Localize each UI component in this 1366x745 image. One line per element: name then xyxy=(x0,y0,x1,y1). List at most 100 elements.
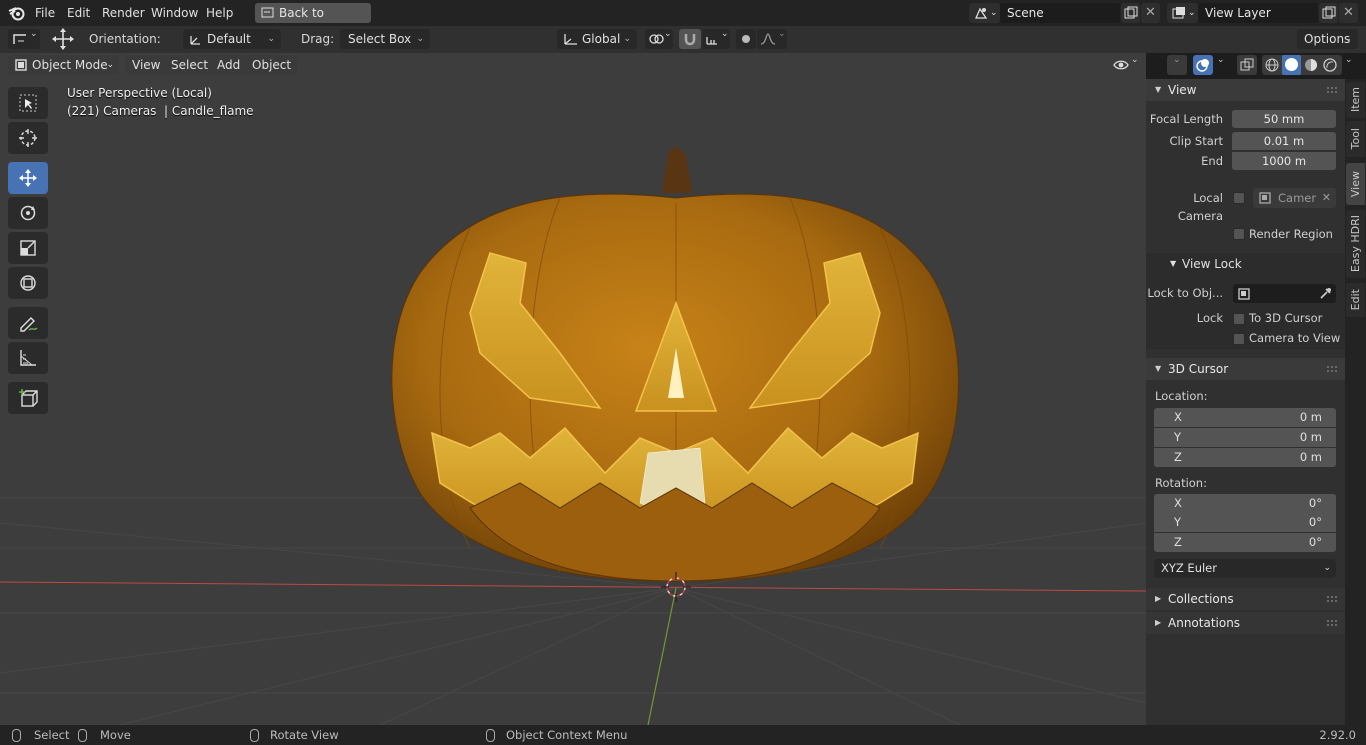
orientation-value: Default xyxy=(207,32,251,46)
menu-object[interactable]: Object xyxy=(246,55,298,75)
clear-icon[interactable]: ✕ xyxy=(1322,188,1331,208)
view-lock-subpanel-header[interactable]: ▼ View Lock xyxy=(1146,253,1345,275)
add-cube-tool[interactable] xyxy=(8,382,48,414)
transform-tool[interactable] xyxy=(8,267,48,299)
blender-logo-icon[interactable] xyxy=(8,5,26,21)
cursor-rotation-z-field[interactable]: Z 0° xyxy=(1154,533,1336,552)
measure-tool[interactable] xyxy=(8,342,48,374)
menu-add[interactable]: Add xyxy=(211,55,247,75)
clip-start-field[interactable]: 0.01 m xyxy=(1232,132,1336,150)
new-scene-button[interactable] xyxy=(1121,3,1140,23)
overlays-dropdown[interactable]: ⌄ xyxy=(1213,55,1229,75)
tab-view[interactable]: View xyxy=(1346,163,1365,205)
tab-edit[interactable]: Edit xyxy=(1346,283,1365,317)
drag-grip-icon[interactable] xyxy=(1327,596,1337,602)
shading-dropdown[interactable]: ⌄ xyxy=(1343,55,1355,75)
z-axis-label: Z xyxy=(1174,535,1182,549)
cursor-tool[interactable] xyxy=(8,122,48,154)
visibility-dropdown[interactable]: ⌄ xyxy=(1110,55,1142,75)
menu-window[interactable]: Window xyxy=(145,0,204,26)
cursor-location-z-field[interactable]: Z 0 m xyxy=(1154,448,1336,467)
solid-shading-button[interactable] xyxy=(1282,55,1301,75)
chevron-down-icon: ⌄ xyxy=(106,60,114,70)
annotate-tool[interactable] xyxy=(8,307,48,339)
menu-edit[interactable]: Edit xyxy=(61,0,96,26)
remove-view-layer-icon[interactable]: ✕ xyxy=(1339,3,1358,23)
falloff-dropdown[interactable]: ⌄ xyxy=(757,29,787,49)
status-select-label: Select xyxy=(34,728,70,742)
view-layer-name-field[interactable]: View Layer xyxy=(1198,3,1318,23)
collapsed-triangle-icon: ▶ xyxy=(1155,594,1162,603)
view-panel-header[interactable]: ▼ View xyxy=(1146,79,1345,101)
rendered-shading-icon[interactable] xyxy=(1323,58,1337,72)
view-layer-browse-button[interactable]: ⌄ xyxy=(1167,3,1198,23)
to-3d-cursor-label: To 3D Cursor xyxy=(1249,311,1323,325)
cursor-location-x-field[interactable]: X 0 m xyxy=(1154,408,1336,427)
overlays-toggle[interactable] xyxy=(1193,55,1213,75)
snap-toggle[interactable] xyxy=(679,29,701,49)
drag-grip-icon[interactable] xyxy=(1327,366,1337,372)
lock-to-3d-cursor-checkbox[interactable] xyxy=(1233,313,1245,325)
top-menu-bar: File Edit Render Window Help Back to Pre… xyxy=(0,0,1366,40)
status-rotate-view-label: Rotate View xyxy=(270,728,339,742)
object-mode-dropdown[interactable]: Object Mode ⌄ xyxy=(8,55,119,75)
drag-dropdown[interactable]: Select Box ⌄ xyxy=(340,29,430,49)
xray-toggle[interactable] xyxy=(1237,55,1257,75)
eyedropper-icon[interactable] xyxy=(1319,287,1332,300)
render-region-checkbox[interactable] xyxy=(1233,228,1245,240)
pivot-point-dropdown[interactable]: ⌄ xyxy=(645,29,673,49)
proportional-edit-toggle[interactable] xyxy=(736,29,756,49)
snap-increment-icon xyxy=(705,32,719,46)
options-dropdown[interactable]: Options ⌄ xyxy=(1297,29,1358,49)
annotations-panel-header[interactable]: ▶ Annotations xyxy=(1146,612,1345,634)
menu-render[interactable]: Render xyxy=(96,0,151,26)
select-box-tool[interactable] xyxy=(8,87,48,119)
scene-browse-button[interactable]: ⌄ xyxy=(969,3,1000,23)
local-camera-checkbox[interactable] xyxy=(1233,192,1245,204)
menu-help[interactable]: Help xyxy=(200,0,239,26)
drag-grip-icon[interactable] xyxy=(1327,87,1337,93)
3d-viewport[interactable]: Object Mode ⌄ View Select Add Object ⌄ xyxy=(0,53,1146,725)
camera-to-view-checkbox[interactable] xyxy=(1233,333,1245,345)
chevron-down-icon: ⌄ xyxy=(778,29,786,39)
3d-cursor-panel-header[interactable]: ▼ 3D Cursor xyxy=(1146,358,1345,380)
tool-pivot-dropdown[interactable]: ⌄ xyxy=(8,29,40,49)
tab-item[interactable]: Item xyxy=(1346,82,1365,118)
chevron-down-icon: ⌄ xyxy=(623,34,631,44)
move-tool[interactable] xyxy=(8,162,48,194)
cursor-rotation-y-field[interactable]: Y 0° xyxy=(1154,513,1336,532)
snap-target-dropdown[interactable]: ⌄ xyxy=(702,29,730,49)
move-arrows-icon xyxy=(18,168,38,188)
chevron-down-icon: ⌄ xyxy=(30,29,38,39)
xray-icon xyxy=(1240,58,1254,72)
lock-to-object-field[interactable] xyxy=(1233,284,1336,303)
menu-file[interactable]: File xyxy=(29,0,61,26)
wireframe-shading-icon[interactable] xyxy=(1265,58,1279,72)
gizmo-dropdown[interactable]: ⌄ xyxy=(1167,55,1187,75)
back-to-previous-button[interactable]: Back to Previous xyxy=(255,3,371,40)
rotation-mode-dropdown[interactable]: XYZ Euler ⌄ xyxy=(1154,559,1336,578)
cursor-location-y-field[interactable]: Y 0 m xyxy=(1154,428,1336,447)
scene-name-field[interactable]: Scene xyxy=(1000,3,1120,23)
menu-select[interactable]: Select xyxy=(165,55,215,75)
focal-length-field[interactable]: 50 mm xyxy=(1232,110,1336,128)
orientation-dropdown[interactable]: Default ⌄ xyxy=(183,29,281,49)
local-camera-value: Camer xyxy=(1278,191,1317,205)
cursor-rotation-x-field[interactable]: X 0° xyxy=(1154,494,1336,513)
new-view-layer-button[interactable] xyxy=(1319,3,1338,23)
tab-easy-hdri[interactable]: Easy HDRI xyxy=(1346,210,1365,278)
material-shading-icon[interactable] xyxy=(1304,58,1318,72)
lock-label: Lock xyxy=(1196,311,1223,325)
tab-tool[interactable]: Tool xyxy=(1346,121,1365,157)
drag-grip-icon[interactable] xyxy=(1327,620,1337,626)
transform-orientation-dropdown[interactable]: Global ⌄ xyxy=(557,29,637,49)
local-camera-field[interactable]: Camer ✕ xyxy=(1253,188,1336,208)
move-tool-icon[interactable] xyxy=(52,27,74,51)
version-label: 2.92.0 xyxy=(1319,728,1356,742)
menu-view[interactable]: View xyxy=(126,55,167,75)
collections-panel-header[interactable]: ▶ Collections xyxy=(1146,588,1345,610)
clip-end-field[interactable]: 1000 m xyxy=(1232,152,1336,170)
scale-tool[interactable] xyxy=(8,232,48,264)
rotate-tool[interactable] xyxy=(8,197,48,229)
remove-scene-icon[interactable]: ✕ xyxy=(1141,3,1160,23)
